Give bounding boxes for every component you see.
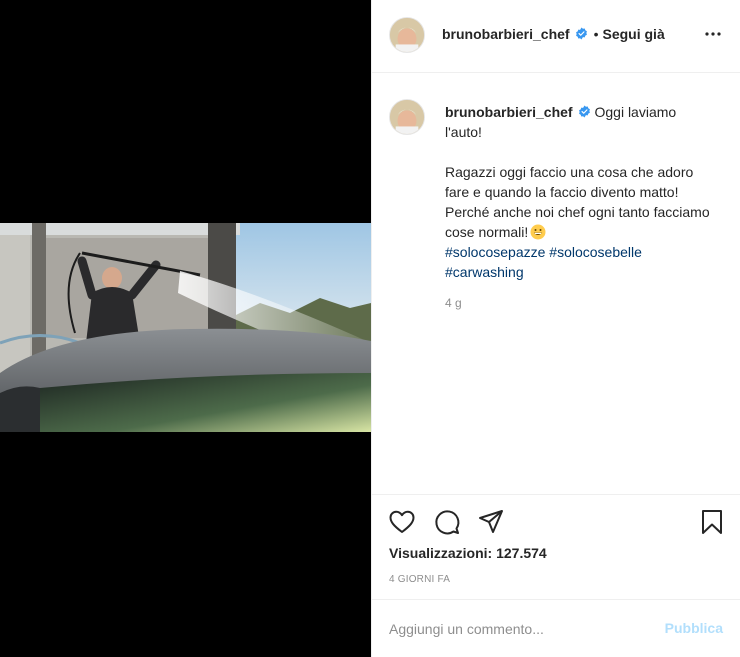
views-number: 127.574 <box>496 545 547 561</box>
hashtag-link[interactable]: #solocosebelle <box>549 244 642 260</box>
comment-icon[interactable] <box>433 508 461 536</box>
caption-head: brunobarbieri_chef Oggi laviamo l'auto! <box>445 102 715 142</box>
header-user-line: brunobarbieri_chef • Segui già <box>442 26 665 42</box>
post-video[interactable] <box>0 223 371 432</box>
views-count[interactable]: Visualizzazioni: 127.574 <box>389 545 547 561</box>
caption-username-link[interactable]: brunobarbieri_chef <box>445 104 573 120</box>
username-link[interactable]: brunobarbieri_chef <box>442 26 570 42</box>
caption-body: Ragazzi oggi faccio una cosa che adoro f… <box>445 162 715 282</box>
add-comment-section: Pubblica <box>372 599 740 657</box>
caption-text: Ragazzi oggi faccio una cosa che adoro f… <box>445 164 710 240</box>
video-frame-image <box>0 223 371 432</box>
verified-badge-icon <box>575 27 588 40</box>
action-bar: Visualizzazioni: 127.574 4 GIORNI FA <box>372 494 740 599</box>
post-side-panel: brunobarbieri_chef • Segui già brunobarbie… <box>372 0 740 657</box>
post-caption: brunobarbieri_chef Oggi laviamo l'auto! … <box>445 102 715 282</box>
heart-icon[interactable] <box>388 508 416 536</box>
post-date[interactable]: 4 GIORNI FA <box>389 574 450 585</box>
following-button[interactable]: Segui già <box>603 26 665 42</box>
comment-input[interactable] <box>389 618 649 640</box>
post-media[interactable] <box>0 0 371 657</box>
caption-time-ago[interactable]: 4 g <box>445 296 462 310</box>
grinning-face-icon <box>530 224 546 240</box>
hashtag-link[interactable]: #carwashing <box>445 264 524 280</box>
avatar-image <box>390 100 424 134</box>
comments-area: brunobarbieri_chef Oggi laviamo l'auto! … <box>372 74 740 494</box>
follow-separator: • <box>593 26 599 42</box>
avatar-image <box>390 18 424 52</box>
avatar[interactable] <box>389 17 425 53</box>
more-options-icon[interactable] <box>704 25 722 43</box>
paper-plane-icon[interactable] <box>477 508 505 536</box>
verified-badge-icon <box>578 105 591 118</box>
views-label: Visualizzazioni: <box>389 545 493 561</box>
publish-button[interactable]: Pubblica <box>665 620 723 636</box>
hashtag-link[interactable]: #solocosepazze <box>445 244 545 260</box>
caption-avatar[interactable] <box>389 99 425 135</box>
post-header: brunobarbieri_chef • Segui già <box>372 0 740 73</box>
bookmark-icon[interactable] <box>698 508 726 536</box>
